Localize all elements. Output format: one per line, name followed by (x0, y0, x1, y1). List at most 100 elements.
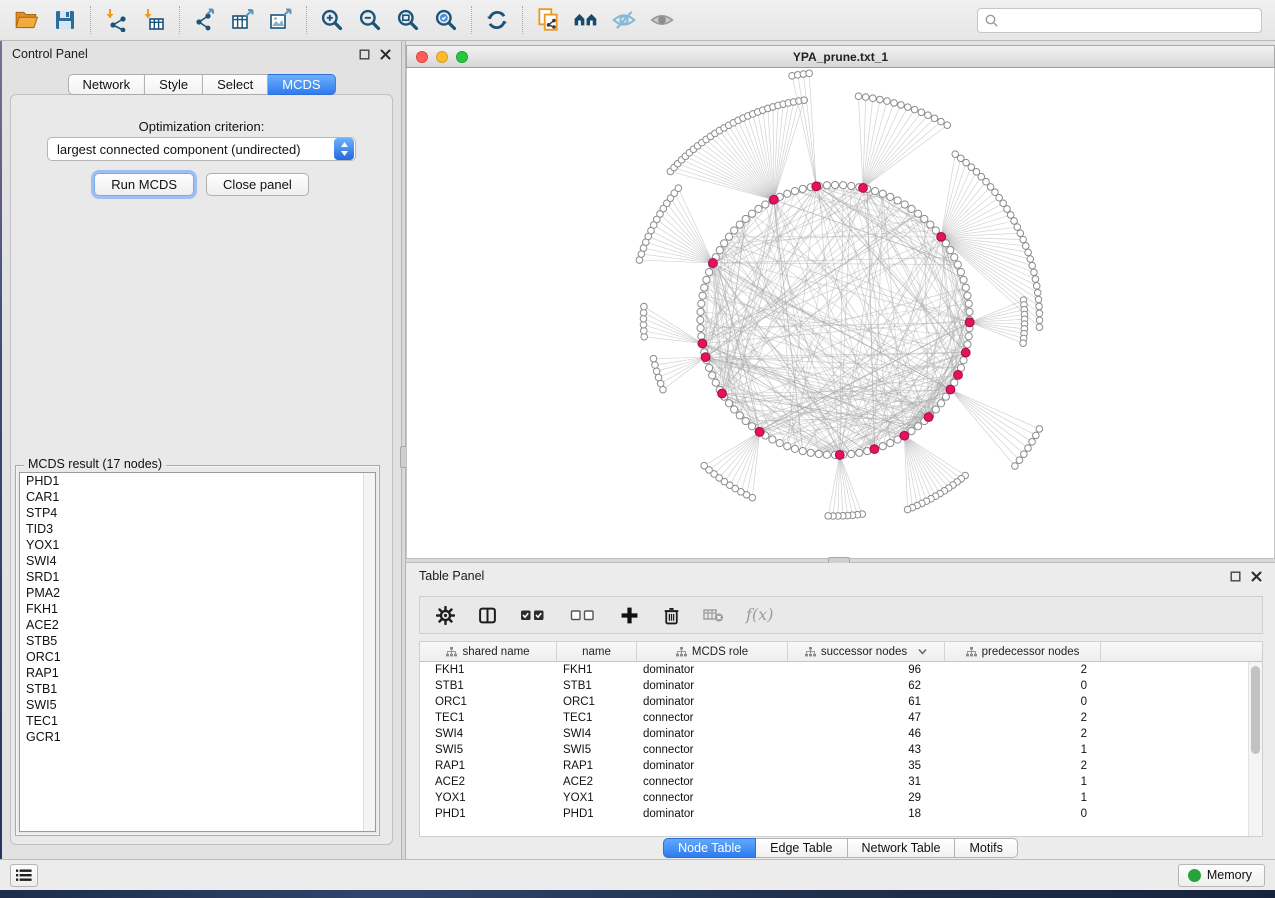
close-panel-icon[interactable] (380, 49, 391, 60)
show-panels-button[interactable] (10, 864, 38, 887)
table-row[interactable]: TEC1TEC1connector472 (420, 710, 1248, 726)
create-column-button[interactable] (618, 604, 640, 626)
mcds-result-item[interactable]: ORC1 (20, 649, 375, 665)
zoom-in-button[interactable] (313, 3, 351, 37)
zoom-selected-button[interactable] (427, 3, 465, 37)
mcds-result-item[interactable]: FKH1 (20, 601, 375, 617)
sort-chevron-icon (918, 648, 927, 655)
toolbar-separator (306, 6, 307, 34)
new-network-from-selection-button[interactable] (529, 3, 567, 37)
save-floppy-icon (53, 8, 77, 32)
run-mcds-button[interactable]: Run MCDS (94, 173, 194, 196)
select-all-button[interactable] (518, 604, 548, 626)
mcds-result-item[interactable]: STP4 (20, 505, 375, 521)
toolbar-separator (179, 6, 180, 34)
table-row[interactable]: PHD1PHD1dominator180 (420, 806, 1248, 822)
float-panel-icon[interactable] (1230, 571, 1241, 582)
mcds-result-item[interactable]: STB1 (20, 681, 375, 697)
zoom-selected-icon (433, 7, 459, 33)
zoom-in-icon (319, 7, 345, 33)
table-row[interactable]: ACE2ACE2connector311 (420, 774, 1248, 790)
export-table-button[interactable] (224, 3, 262, 37)
table-tabs: Node TableEdge TableNetwork TableMotifs (406, 838, 1275, 860)
mcds-result-item[interactable]: TEC1 (20, 713, 375, 729)
mcds-result-list: PHD1CAR1STP4TID3YOX1SWI4SRD1PMA2FKH1ACE2… (19, 472, 376, 832)
zoom-fit-button[interactable] (389, 3, 427, 37)
plus-icon (620, 606, 639, 625)
export-image-button[interactable] (262, 3, 300, 37)
column-header-shared-name[interactable]: shared name (420, 642, 557, 661)
table-row[interactable]: SWI4SWI4dominator462 (420, 726, 1248, 742)
status-bar: Memory (0, 859, 1275, 890)
tab-select[interactable]: Select (203, 74, 268, 95)
mcds-result-item[interactable]: ACE2 (20, 617, 375, 633)
table-row[interactable]: SWI5SWI5connector431 (420, 742, 1248, 758)
main-content: Control Panel NetworkStyleSelectMCDS Opt… (0, 41, 1275, 859)
table-scrollbar[interactable] (1248, 662, 1262, 836)
show-all-button[interactable] (643, 3, 681, 37)
network-window: YPA_prune.txt_1 (406, 45, 1275, 558)
network-canvas[interactable] (406, 68, 1275, 558)
delete-column-button[interactable] (660, 604, 682, 626)
tab-motifs[interactable]: Motifs (955, 838, 1017, 858)
optimization-criterion-label: Optimization criterion: (11, 119, 392, 134)
unchecked-boxes-icon (570, 607, 596, 623)
mcds-result-item[interactable]: YOX1 (20, 537, 375, 553)
memory-label: Memory (1207, 868, 1252, 882)
search-input[interactable] (1000, 9, 1261, 32)
tab-network[interactable]: Network (67, 74, 145, 95)
show-columns-button[interactable] (476, 604, 498, 626)
mcds-result-item[interactable]: RAP1 (20, 665, 375, 681)
column-header-name[interactable]: name (557, 642, 637, 661)
tab-edge-table[interactable]: Edge Table (756, 838, 847, 858)
unselect-all-button[interactable] (568, 604, 598, 626)
criterion-select[interactable]: largest connected component (undirected) (47, 137, 356, 161)
column-header-predecessor-nodes[interactable]: predecessor nodes (945, 642, 1101, 661)
tab-network-table[interactable]: Network Table (848, 838, 956, 858)
table-row[interactable]: STB1STB1dominator620 (420, 678, 1248, 694)
zoom-out-button[interactable] (351, 3, 389, 37)
table-row[interactable]: ORC1ORC1dominator610 (420, 694, 1248, 710)
global-search[interactable] (977, 8, 1262, 33)
table-row[interactable]: FKH1FKH1dominator962 (420, 662, 1248, 678)
mcds-result-item[interactable]: PMA2 (20, 585, 375, 601)
first-neighbors-button[interactable] (567, 3, 605, 37)
column-header-MCDS-role[interactable]: MCDS role (637, 642, 788, 661)
column-type-icon (446, 647, 457, 657)
mcds-result-item[interactable]: SRD1 (20, 569, 375, 585)
hide-selected-button[interactable] (605, 3, 643, 37)
save-session-button[interactable] (46, 3, 84, 37)
open-file-button[interactable] (8, 3, 46, 37)
table-scrollbar-thumb[interactable] (1251, 666, 1260, 754)
tab-style[interactable]: Style (145, 74, 203, 95)
refresh-button[interactable] (478, 3, 516, 37)
export-network-button[interactable] (186, 3, 224, 37)
control-panel-header: Control Panel (2, 41, 401, 67)
mcds-result-item[interactable]: TID3 (20, 521, 375, 537)
mcds-result-item[interactable]: SWI5 (20, 697, 375, 713)
mcds-list-scrollbar[interactable] (363, 473, 375, 831)
column-header-successor-nodes[interactable]: successor nodes (788, 642, 945, 661)
table-row[interactable]: YOX1YOX1connector291 (420, 790, 1248, 806)
mcds-result-item[interactable]: STB5 (20, 633, 375, 649)
close-panel-icon[interactable] (1251, 571, 1262, 582)
mcds-result-item[interactable]: PHD1 (20, 473, 375, 489)
close-panel-button[interactable]: Close panel (206, 173, 309, 196)
export-table-icon (231, 8, 255, 32)
mcds-panel: Optimization criterion: largest connecte… (10, 94, 393, 845)
memory-button[interactable]: Memory (1178, 864, 1265, 887)
table-options-gear-button[interactable] (434, 604, 456, 626)
import-network-button[interactable] (97, 3, 135, 37)
table-row[interactable]: RAP1RAP1dominator352 (420, 758, 1248, 774)
mcds-result-item[interactable]: CAR1 (20, 489, 375, 505)
main-toolbar (0, 0, 1275, 41)
mcds-result-item[interactable]: SWI4 (20, 553, 375, 569)
float-panel-icon[interactable] (359, 49, 370, 60)
svg-text:f(x): f(x) (745, 605, 773, 624)
tab-node-table[interactable]: Node Table (663, 838, 756, 858)
refresh-icon (484, 7, 510, 33)
import-table-button[interactable] (135, 3, 173, 37)
toolbar-separator (90, 6, 91, 34)
mcds-result-item[interactable]: GCR1 (20, 729, 375, 745)
tab-mcds[interactable]: MCDS (268, 74, 335, 95)
